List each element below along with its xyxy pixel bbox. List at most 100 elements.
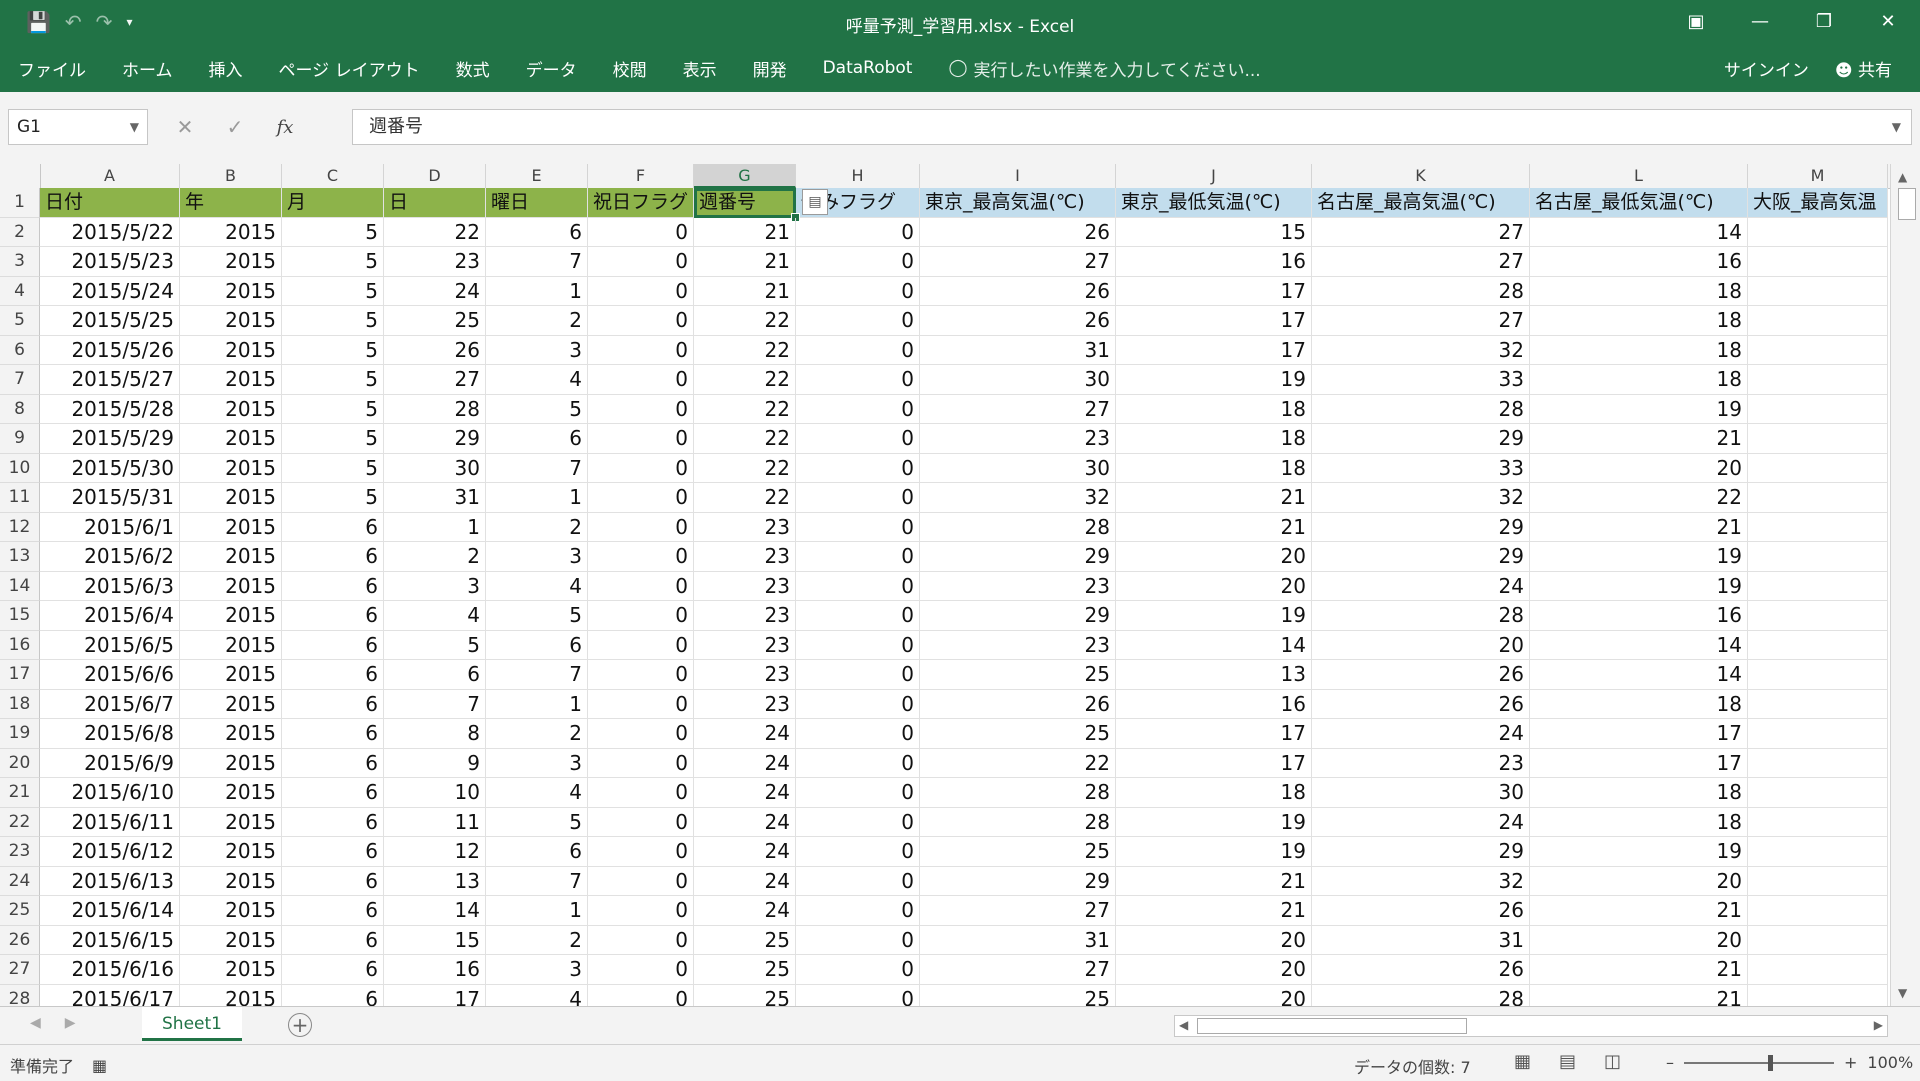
grid-cell[interactable]: 0 <box>796 217 920 247</box>
grid-cell[interactable]: 6 <box>282 512 384 542</box>
grid-cell[interactable] <box>1748 748 1888 778</box>
grid-cell[interactable]: 2015/6/8 <box>40 719 180 749</box>
grid-cell[interactable]: 2015/6/6 <box>40 660 180 690</box>
header-cell[interactable]: 祝日フラグ <box>588 188 694 218</box>
grid-cell[interactable]: 6 <box>282 778 384 808</box>
grid-cell[interactable]: 2015/5/25 <box>40 306 180 336</box>
grid-cell[interactable] <box>1748 630 1888 660</box>
tab-developer[interactable]: 開発 <box>735 56 805 81</box>
grid-cell[interactable]: 26 <box>1312 896 1530 926</box>
grid-cell[interactable]: 17 <box>1530 719 1748 749</box>
grid-cell[interactable]: 0 <box>796 955 920 985</box>
grid-cell[interactable]: 27 <box>920 247 1116 277</box>
grid-cell[interactable]: 2015 <box>180 719 282 749</box>
grid-cell[interactable]: 2015 <box>180 984 282 1006</box>
grid-cell[interactable]: 17 <box>1116 335 1312 365</box>
grid-cell[interactable]: 2015/5/30 <box>40 453 180 483</box>
grid-cell[interactable]: 18 <box>1530 689 1748 719</box>
grid-cell[interactable]: 2015/5/31 <box>40 483 180 513</box>
grid-cell[interactable]: 20 <box>1530 453 1748 483</box>
grid-cell[interactable]: 32 <box>1312 866 1530 896</box>
grid-cell[interactable]: 0 <box>796 365 920 395</box>
grid-cell[interactable]: 4 <box>486 984 588 1006</box>
grid-cell[interactable]: 25 <box>920 837 1116 867</box>
grid-cell[interactable]: 24 <box>694 778 796 808</box>
grid-cell[interactable]: 22 <box>694 424 796 454</box>
grid-cell[interactable]: 0 <box>796 335 920 365</box>
grid-cell[interactable]: 0 <box>796 247 920 277</box>
grid-cell[interactable]: 21 <box>694 217 796 247</box>
grid-cell[interactable]: 0 <box>796 424 920 454</box>
row-header[interactable]: 28 <box>0 984 40 1006</box>
grid-cell[interactable]: 16 <box>384 955 486 985</box>
column-header-m[interactable]: M <box>1748 164 1888 188</box>
grid-cell[interactable]: 0 <box>588 601 694 631</box>
grid-cell[interactable]: 31 <box>920 925 1116 955</box>
header-cell[interactable]: 日 <box>384 188 486 218</box>
grid-cell[interactable]: 21 <box>1116 896 1312 926</box>
grid-cell[interactable]: 25 <box>694 925 796 955</box>
grid-cell[interactable]: 0 <box>588 512 694 542</box>
grid-cell[interactable]: 18 <box>1530 335 1748 365</box>
grid-cell[interactable] <box>1748 542 1888 572</box>
grid-cell[interactable]: 25 <box>920 984 1116 1006</box>
grid-cell[interactable]: 5 <box>282 276 384 306</box>
grid-cell[interactable]: 6 <box>282 630 384 660</box>
grid-cell[interactable]: 2015 <box>180 542 282 572</box>
grid-cell[interactable]: 17 <box>384 984 486 1006</box>
vertical-scroll-thumb[interactable] <box>1898 188 1916 220</box>
grid-cell[interactable]: 2015 <box>180 660 282 690</box>
grid-cell[interactable]: 28 <box>1312 394 1530 424</box>
grid-cell[interactable]: 19 <box>1530 837 1748 867</box>
grid-cell[interactable]: 21 <box>1116 512 1312 542</box>
signin-link[interactable]: サインイン <box>1724 56 1809 81</box>
grid-cell[interactable]: 26 <box>384 335 486 365</box>
header-cell[interactable]: 名古屋_最高気温(℃) <box>1312 188 1530 218</box>
grid-cell[interactable]: 14 <box>384 896 486 926</box>
grid-cell[interactable]: 5 <box>282 394 384 424</box>
grid-cell[interactable]: 0 <box>796 483 920 513</box>
grid-cell[interactable]: 2015 <box>180 424 282 454</box>
grid-cell[interactable]: 24 <box>694 837 796 867</box>
chevron-down-icon[interactable]: ▼ <box>130 110 139 144</box>
grid-cell[interactable]: 0 <box>796 276 920 306</box>
grid-cell[interactable]: 0 <box>796 778 920 808</box>
grid-cell[interactable]: 5 <box>486 807 588 837</box>
grid-cell[interactable] <box>1748 866 1888 896</box>
grid-cell[interactable]: 18 <box>1116 394 1312 424</box>
grid-cell[interactable]: 6 <box>282 748 384 778</box>
row-header[interactable]: 16 <box>0 630 40 660</box>
row-header[interactable]: 13 <box>0 542 40 572</box>
zoom-slider-knob[interactable] <box>1768 1054 1773 1071</box>
select-all-corner[interactable] <box>0 164 41 188</box>
grid-cell[interactable]: 0 <box>588 837 694 867</box>
grid-cell[interactable] <box>1748 984 1888 1006</box>
grid-cell[interactable]: 23 <box>920 424 1116 454</box>
grid-cell[interactable]: 19 <box>1116 601 1312 631</box>
grid-cell[interactable]: 30 <box>920 453 1116 483</box>
grid-cell[interactable]: 6 <box>282 660 384 690</box>
grid-cell[interactable]: 33 <box>1312 365 1530 395</box>
row-header[interactable]: 17 <box>0 660 40 690</box>
grid-cell[interactable] <box>1748 660 1888 690</box>
grid-cell[interactable]: 18 <box>1116 424 1312 454</box>
grid-cell[interactable]: 25 <box>384 306 486 336</box>
grid-cell[interactable]: 23 <box>694 630 796 660</box>
row-header[interactable]: 6 <box>0 335 40 365</box>
grid-cell[interactable]: 6 <box>486 424 588 454</box>
enter-check-icon[interactable]: ✓ <box>210 115 260 139</box>
grid-cell[interactable]: 0 <box>588 807 694 837</box>
grid-cell[interactable]: 2015 <box>180 335 282 365</box>
grid-cell[interactable]: 20 <box>1116 984 1312 1006</box>
grid-cell[interactable]: 0 <box>588 247 694 277</box>
grid-cell[interactable]: 2015/6/4 <box>40 601 180 631</box>
grid-cell[interactable]: 26 <box>920 217 1116 247</box>
grid-cell[interactable]: 7 <box>486 247 588 277</box>
column-header-b[interactable]: B <box>180 164 282 188</box>
grid-cell[interactable]: 20 <box>1116 925 1312 955</box>
tab-page-layout[interactable]: ページ レイアウト <box>261 56 438 81</box>
grid-cell[interactable]: 0 <box>796 601 920 631</box>
grid-cell[interactable]: 33 <box>1312 453 1530 483</box>
grid-cell[interactable]: 2015/6/3 <box>40 571 180 601</box>
grid-cell[interactable]: 28 <box>920 807 1116 837</box>
